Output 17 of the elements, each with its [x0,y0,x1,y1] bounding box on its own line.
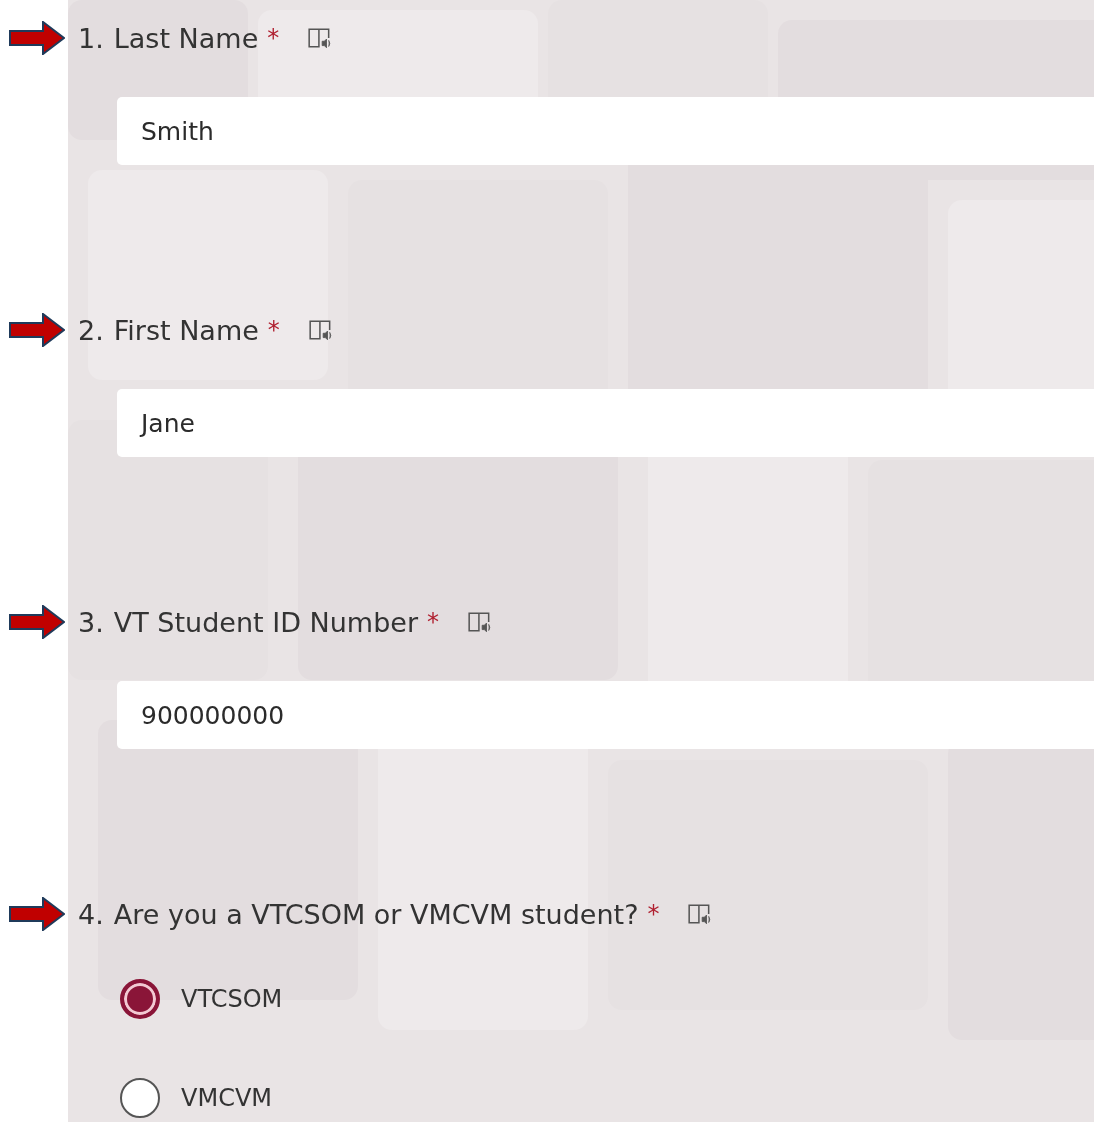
answer-field[interactable]: Jane [117,389,1094,457]
question-number: 1. [78,22,104,54]
required-mark: * [267,316,280,344]
question-number: 3. [78,606,104,638]
option-label[interactable]: VTCSOM [181,985,283,1013]
required-mark: * [267,24,280,52]
question-title: VT Student ID Number [113,606,418,638]
question-number: 4. [78,898,104,930]
required-mark: * [427,608,439,636]
question-number: 2. [78,314,104,346]
option-label[interactable]: VMCVM [181,1084,272,1112]
answer-field[interactable]: Smith [117,97,1094,165]
question-title: Are you a VTCSOM or VMCVM student? [113,898,639,930]
question-title: Last Name [113,22,259,54]
question-title: First Name [113,314,259,346]
answer-field[interactable]: 900000000 [117,681,1094,749]
required-mark: * [647,900,660,928]
